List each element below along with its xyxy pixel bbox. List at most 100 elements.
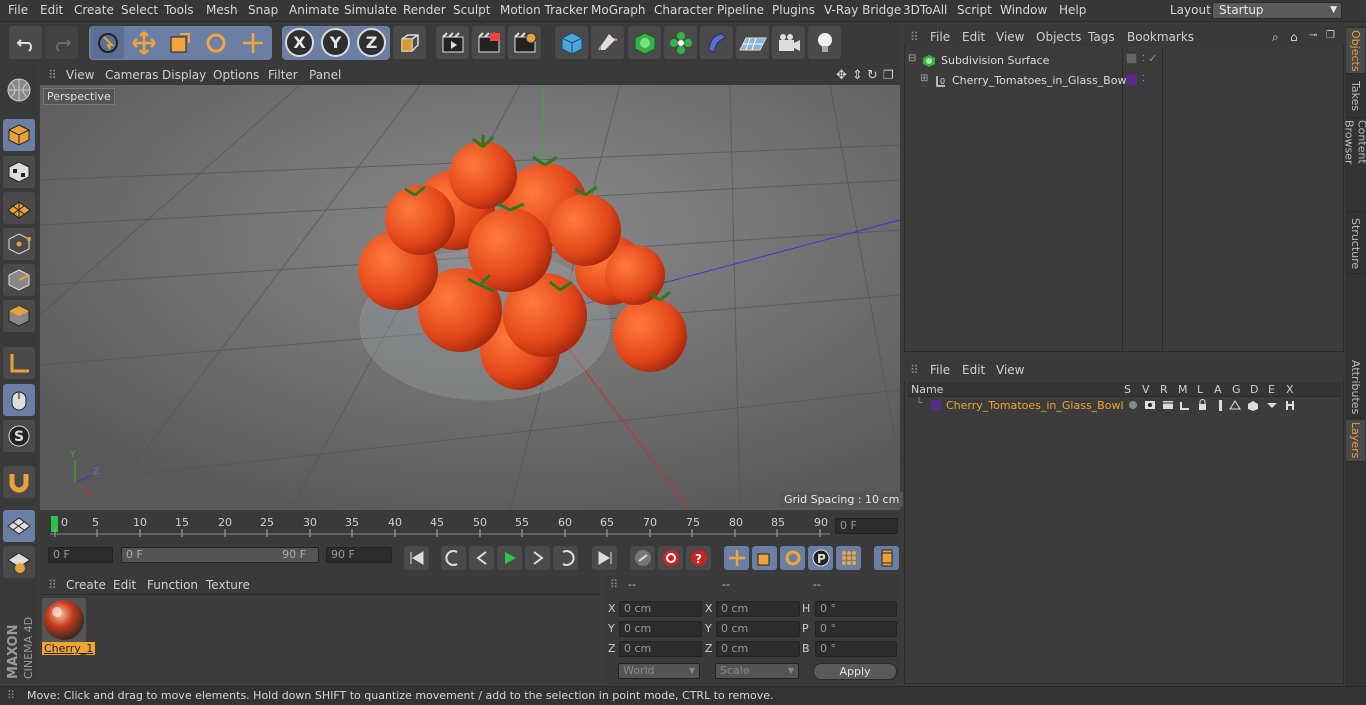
viewport-menu-filter[interactable]: Filter bbox=[268, 68, 298, 82]
menu-plugins[interactable]: Plugins bbox=[772, 3, 815, 17]
coordinate-system-button[interactable] bbox=[393, 26, 426, 59]
tab-structure[interactable]: Structure bbox=[1346, 214, 1365, 274]
key-pla-button[interactable] bbox=[836, 546, 861, 570]
tab-layers[interactable]: Layers bbox=[1346, 420, 1365, 462]
menu-help[interactable]: Help bbox=[1059, 3, 1086, 17]
column-header-g[interactable]: G bbox=[1232, 383, 1241, 396]
menu-create[interactable]: Create bbox=[74, 3, 114, 17]
material-menu-function[interactable]: Function bbox=[147, 578, 198, 592]
maximize-icon[interactable]: ❐ bbox=[1326, 30, 1335, 41]
object-name[interactable]: Cherry_Tomatoes_in_Glass_Bowl bbox=[952, 74, 1130, 87]
render-settings-button[interactable] bbox=[508, 26, 541, 59]
viewport-zoom-icon[interactable]: ⇕ bbox=[852, 68, 863, 83]
layers-menu-view[interactable]: View bbox=[996, 363, 1024, 377]
position-y-field[interactable]: 0 cm bbox=[619, 621, 702, 637]
position-x-field[interactable]: 0 cm bbox=[619, 601, 702, 617]
x-axis-lock-button[interactable]: X bbox=[285, 28, 314, 57]
viewport-menu-display[interactable]: Display bbox=[162, 68, 206, 82]
menu-motion-tracker[interactable]: Motion Tracker bbox=[500, 3, 588, 17]
key-parameter-button[interactable]: P bbox=[808, 546, 833, 570]
goto-end-button[interactable] bbox=[592, 546, 617, 570]
render-picture-viewer-button[interactable] bbox=[472, 26, 505, 59]
rotation-p-field[interactable]: 0 ° bbox=[815, 621, 897, 637]
object-row[interactable]: ⊞ 0 Cherry_Tomatoes_in_Glass_Bowl bbox=[918, 73, 1130, 89]
workplane-mode-button[interactable] bbox=[3, 192, 35, 224]
key-rotation-button[interactable] bbox=[780, 546, 805, 570]
subdivision-surface-button[interactable] bbox=[628, 26, 661, 59]
next-keyframe-button[interactable] bbox=[553, 546, 578, 570]
column-header-v[interactable]: V bbox=[1142, 383, 1150, 396]
size-mode-select[interactable]: Scale ▼ bbox=[715, 663, 799, 679]
coordinate-mode-select[interactable]: World ▼ bbox=[618, 663, 700, 679]
column-header-name[interactable]: Name bbox=[911, 383, 943, 396]
prev-keyframe-button[interactable] bbox=[441, 546, 466, 570]
next-frame-button[interactable] bbox=[525, 546, 550, 570]
objects-menu-edit[interactable]: Edit bbox=[962, 30, 985, 44]
menu-pipeline[interactable]: Pipeline bbox=[717, 3, 764, 17]
magnet-button[interactable] bbox=[3, 466, 35, 498]
objects-menu-objects[interactable]: Objects bbox=[1036, 30, 1081, 44]
viewport-menu-options[interactable]: Options bbox=[213, 68, 259, 82]
column-header-l[interactable]: L bbox=[1197, 383, 1203, 396]
workplane-lock-button[interactable] bbox=[3, 510, 35, 542]
3d-viewport[interactable]: Y Z X bbox=[40, 85, 900, 510]
objects-menu-tags[interactable]: Tags bbox=[1088, 30, 1115, 44]
undo-button[interactable] bbox=[9, 26, 42, 59]
home-icon[interactable]: ⌂ bbox=[1290, 30, 1298, 44]
menu-edit[interactable]: Edit bbox=[40, 3, 63, 17]
menu-select[interactable]: Select bbox=[121, 3, 158, 17]
apply-button[interactable]: Apply bbox=[813, 663, 897, 680]
object-name[interactable]: Subdivision Surface bbox=[941, 54, 1049, 67]
menu-3dtoall[interactable]: 3DToAll bbox=[903, 3, 947, 17]
end-frame-field[interactable]: 90 F bbox=[326, 547, 392, 563]
material-menu-edit[interactable]: Edit bbox=[113, 578, 136, 592]
menu-render[interactable]: Render bbox=[403, 3, 446, 17]
scale-tool-button[interactable] bbox=[163, 26, 196, 59]
menu-mesh[interactable]: Mesh bbox=[206, 3, 238, 17]
tweak-mode-button[interactable] bbox=[3, 384, 35, 416]
tree-expand-icon[interactable]: ⊞ bbox=[920, 73, 928, 84]
menu-file[interactable]: File bbox=[8, 3, 28, 17]
move-tool-button[interactable] bbox=[127, 26, 160, 59]
live-selection-button[interactable] bbox=[91, 26, 124, 59]
menu-character[interactable]: Character bbox=[654, 3, 713, 17]
objects-menu-file[interactable]: File bbox=[930, 30, 950, 44]
menu-sculpt[interactable]: Sculpt bbox=[453, 3, 490, 17]
viewport-rotate-icon[interactable]: ↻ bbox=[867, 68, 878, 83]
menu-simulate[interactable]: Simulate bbox=[344, 3, 397, 17]
points-mode-button[interactable] bbox=[3, 228, 35, 260]
layers-menu-file[interactable]: File bbox=[930, 363, 950, 377]
z-axis-lock-button[interactable]: Z bbox=[357, 28, 386, 57]
autokey-button[interactable] bbox=[658, 546, 683, 570]
column-header-m[interactable]: M bbox=[1178, 383, 1188, 396]
floor-object-button[interactable] bbox=[736, 26, 769, 59]
timeline-window-button[interactable] bbox=[874, 546, 899, 570]
visibility-dots-icon[interactable]: ⁚ bbox=[1142, 74, 1145, 83]
render-view-button[interactable] bbox=[436, 26, 469, 59]
layer-color-swatch[interactable] bbox=[1126, 53, 1137, 64]
key-position-button[interactable] bbox=[724, 546, 749, 570]
light-object-button[interactable] bbox=[808, 26, 841, 59]
tab-objects[interactable]: Objects bbox=[1346, 28, 1365, 74]
play-button[interactable] bbox=[497, 546, 522, 570]
recent-tool-button[interactable] bbox=[236, 26, 269, 59]
current-frame-field[interactable]: 0 F bbox=[835, 518, 898, 534]
position-z-field[interactable]: 0 cm bbox=[619, 641, 702, 657]
layers-menu-edit[interactable]: Edit bbox=[962, 363, 985, 377]
objects-menu-bookmarks[interactable]: Bookmarks bbox=[1127, 30, 1194, 44]
viewport-menu-view[interactable]: View bbox=[66, 68, 94, 82]
frame-range-slider[interactable]: 0 F 90 F bbox=[121, 547, 319, 563]
deformer-button[interactable] bbox=[700, 26, 733, 59]
y-axis-lock-button[interactable]: Y bbox=[321, 28, 350, 57]
menu-vray-bridge[interactable]: V-Ray Bridge bbox=[824, 3, 901, 17]
tab-takes[interactable]: Takes bbox=[1346, 76, 1365, 118]
menu-window[interactable]: Window bbox=[1000, 3, 1047, 17]
menu-tools[interactable]: Tools bbox=[164, 3, 194, 17]
viewport-menu-cameras[interactable]: Cameras bbox=[105, 68, 158, 82]
size-x-field[interactable]: 0 cm bbox=[716, 601, 800, 617]
layout-select[interactable]: Startup ▼ bbox=[1212, 2, 1342, 19]
axis-mode-button[interactable] bbox=[3, 347, 35, 379]
rotate-tool-button[interactable] bbox=[199, 26, 232, 59]
model-mode-button[interactable] bbox=[3, 119, 35, 151]
rotation-h-field[interactable]: 0 ° bbox=[815, 601, 897, 617]
